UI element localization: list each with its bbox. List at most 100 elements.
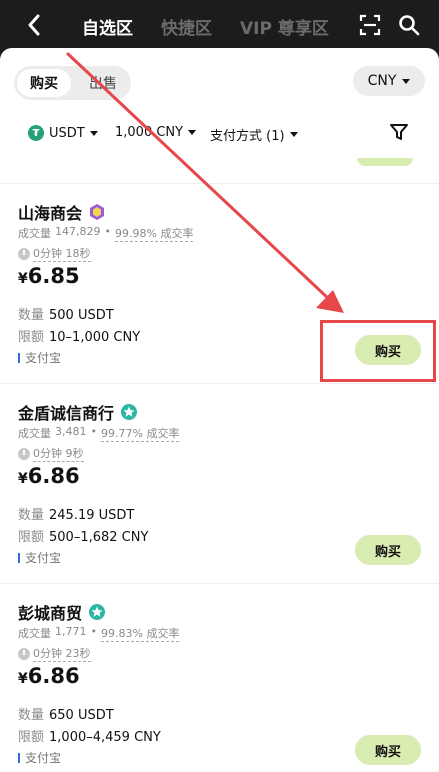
- timer-text: 0分钟 23秒: [33, 647, 91, 662]
- volume-value: 1,771: [55, 625, 87, 638]
- merchant-card: 彭城商贸 成交量 1,771 • 99.83% 成交率 0分钟 23秒 ¥6.8…: [0, 583, 439, 772]
- dot-separator: •: [90, 625, 98, 638]
- clock-icon: [18, 447, 30, 460]
- volume-label: 成交量: [18, 627, 51, 640]
- quantity-label: 数量: [18, 508, 45, 523]
- star-badge-icon: [89, 604, 106, 620]
- back-icon[interactable]: [20, 10, 48, 40]
- merchant-stats: 成交量 1,771 • 99.83% 成交率: [18, 625, 180, 642]
- payment-label: 支付宝: [25, 751, 62, 765]
- price-value: 6.86: [27, 664, 80, 688]
- currency-symbol: ¥: [18, 471, 28, 487]
- release-timer: 0分钟 23秒: [18, 645, 91, 662]
- currency-symbol: ¥: [18, 271, 28, 287]
- buy-button[interactable]: 购买: [355, 335, 421, 365]
- top-bar: 自选区 快捷区 VIP 尊享区: [0, 0, 439, 52]
- quantity-row: 数量 500 USDT: [18, 304, 114, 323]
- merchant-list: 山海商会 成交量 147,829 • 99.98% 成交率 0分钟 18秒 ¥6…: [0, 183, 439, 772]
- buy-sell-toggle: 购买 出售: [14, 66, 131, 100]
- asset-filter[interactable]: ₮ USDT: [28, 125, 98, 141]
- quantity-value: 500 USDT: [49, 308, 114, 323]
- limit-label: 限额: [18, 530, 45, 545]
- limit-label: 限额: [18, 330, 45, 345]
- quantity-row: 数量 650 USDT: [18, 704, 114, 723]
- limit-value: 500–1,682 CNY: [49, 530, 149, 545]
- merchant-stats: 成交量 147,829 • 99.98% 成交率: [18, 225, 194, 242]
- buy-tab[interactable]: 购买: [17, 69, 71, 97]
- merchant-name-text: 彭城商贸: [18, 604, 83, 623]
- quantity-value: 650 USDT: [49, 708, 114, 723]
- currency-symbol: ¥: [18, 671, 28, 687]
- tab-favorites[interactable]: 自选区: [82, 14, 133, 39]
- volume-value: 147,829: [55, 225, 101, 238]
- completion-rate: 99.77% 成交率: [101, 427, 180, 442]
- chevron-down-icon: [89, 130, 98, 136]
- sell-tab[interactable]: 出售: [76, 69, 130, 97]
- clock-icon: [18, 647, 30, 660]
- timer-text: 0分钟 18秒: [33, 247, 91, 262]
- timer-text: 0分钟 9秒: [33, 447, 84, 462]
- usdt-icon: ₮: [28, 125, 44, 141]
- payment-label: 支付宝: [25, 351, 62, 365]
- payment-label: 支付宝: [25, 551, 62, 565]
- merchant-card: 金盾诚信商行 成交量 3,481 • 99.77% 成交率 0分钟 9秒 ¥6.…: [0, 383, 439, 583]
- currency-label: CNY: [367, 73, 397, 89]
- filter-icon[interactable]: [389, 122, 411, 144]
- price-value: 6.86: [27, 464, 80, 488]
- volume-value: 3,481: [55, 425, 87, 438]
- amount-filter[interactable]: 1,000 CNY: [115, 125, 197, 140]
- quantity-label: 数量: [18, 308, 45, 323]
- filter-bar: ₮ USDT 1,000 CNY 支付方式 (1): [0, 120, 439, 150]
- payment-bar-icon: [18, 352, 20, 363]
- volume-label: 成交量: [18, 427, 51, 440]
- merchant-name[interactable]: 金盾诚信商行: [18, 400, 138, 424]
- clock-icon: [18, 247, 30, 260]
- quantity-value: 245.19 USDT: [49, 508, 135, 523]
- scan-icon[interactable]: [357, 12, 383, 38]
- chevron-down-icon: [289, 132, 298, 137]
- diamond-badge-icon: [90, 204, 105, 220]
- star-badge-icon: [121, 404, 138, 420]
- price: ¥6.86: [18, 664, 80, 688]
- price: ¥6.86: [18, 464, 80, 488]
- previous-buy-button[interactable]: [357, 158, 413, 166]
- dot-separator: •: [104, 225, 112, 238]
- merchant-name[interactable]: 山海商会: [18, 200, 106, 224]
- limit-value: 10–1,000 CNY: [49, 330, 141, 345]
- search-icon[interactable]: [396, 12, 422, 38]
- chevron-down-icon: [188, 130, 197, 135]
- payment-filter-label: 支付方式 (1): [210, 129, 285, 144]
- amount-filter-label: 1,000 CNY: [115, 125, 184, 140]
- asset-filter-label: USDT: [49, 125, 85, 141]
- payment-filter[interactable]: 支付方式 (1): [210, 125, 298, 144]
- payment-method: 支付宝: [18, 749, 61, 766]
- tab-express[interactable]: 快捷区: [161, 14, 212, 39]
- buy-button[interactable]: 购买: [355, 535, 421, 565]
- limit-label: 限额: [18, 730, 45, 745]
- limit-row: 限额 10–1,000 CNY: [18, 326, 140, 345]
- merchant-stats: 成交量 3,481 • 99.77% 成交率: [18, 425, 180, 442]
- merchant-name-text: 金盾诚信商行: [18, 404, 115, 423]
- volume-label: 成交量: [18, 227, 51, 240]
- price: ¥6.85: [18, 264, 80, 288]
- release-timer: 0分钟 18秒: [18, 245, 91, 262]
- completion-rate: 99.98% 成交率: [115, 227, 194, 242]
- merchant-name-text: 山海商会: [18, 204, 83, 223]
- zone-tabs: 自选区 快捷区 VIP 尊享区: [82, 0, 329, 52]
- tab-vip[interactable]: VIP 尊享区: [240, 14, 329, 39]
- currency-select[interactable]: CNY: [353, 66, 425, 96]
- quantity-row: 数量 245.19 USDT: [18, 504, 134, 523]
- payment-bar-icon: [18, 752, 20, 763]
- dot-separator: •: [90, 425, 98, 438]
- buy-button[interactable]: 购买: [355, 735, 421, 765]
- payment-method: 支付宝: [18, 349, 61, 366]
- quantity-label: 数量: [18, 708, 45, 723]
- payment-bar-icon: [18, 552, 20, 563]
- merchant-name[interactable]: 彭城商贸: [18, 600, 106, 624]
- completion-rate: 99.83% 成交率: [101, 627, 180, 642]
- limit-row: 限额 500–1,682 CNY: [18, 526, 148, 545]
- p2p-sheet: 购买 出售 CNY ₮ USDT 1,000 CNY 支付方式 (1) 山海商会: [0, 48, 439, 772]
- limit-value: 1,000–4,459 CNY: [49, 730, 161, 745]
- release-timer: 0分钟 9秒: [18, 445, 84, 462]
- payment-method: 支付宝: [18, 549, 61, 566]
